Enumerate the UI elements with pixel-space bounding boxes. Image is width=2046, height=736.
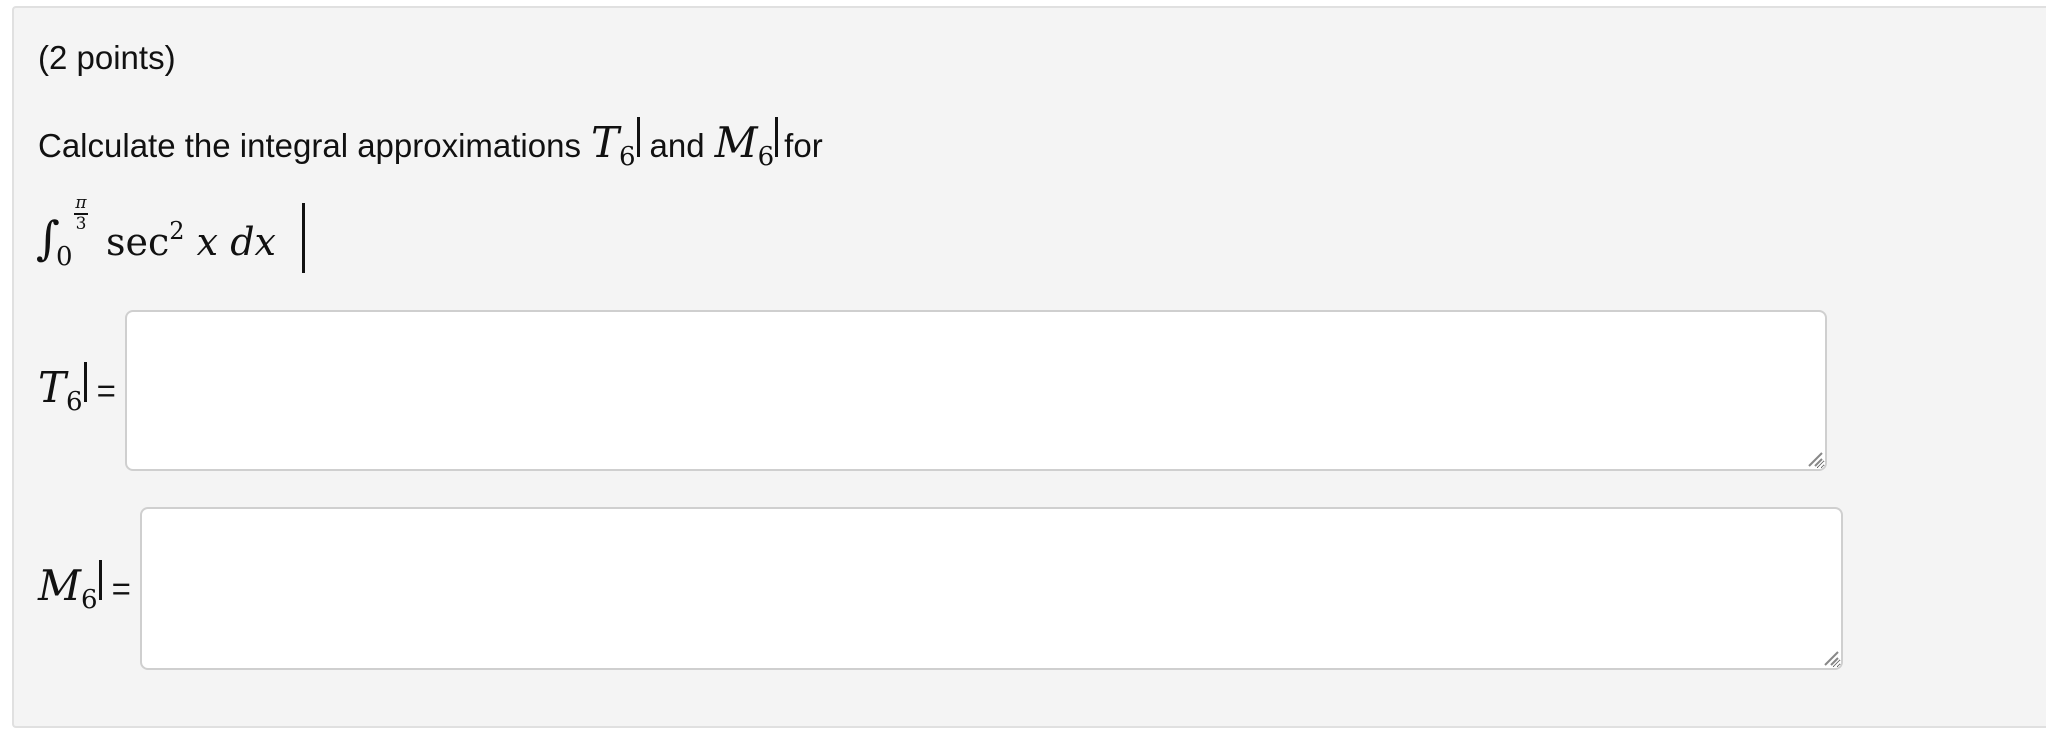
integral-expression: ∫ 0 π 3 sec2 x dx: [36, 195, 316, 285]
prompt-suffix: for: [784, 127, 823, 164]
math-cursor-mark: [775, 117, 779, 157]
math-cursor-mark: [636, 117, 640, 157]
t6-symbol: T6: [590, 118, 636, 172]
m6-label: M6 =: [38, 560, 131, 615]
integral-lower-bound: 0: [56, 242, 73, 272]
question-prompt: Calculate the integral approximations T6…: [38, 117, 823, 172]
m6-symbol: M6: [714, 118, 775, 172]
prompt-prefix: Calculate the integral approximations: [38, 127, 581, 164]
t6-answer-field[interactable]: [125, 310, 1827, 471]
text-cursor: [302, 203, 305, 273]
prompt-and: and: [649, 127, 705, 164]
points-label: (2 points): [38, 39, 176, 76]
integral-upper-bound: π 3: [74, 193, 88, 234]
t6-label: T6 =: [38, 362, 116, 417]
integrand: sec2 x dx: [106, 217, 276, 264]
m6-answer-field[interactable]: [140, 507, 1843, 670]
